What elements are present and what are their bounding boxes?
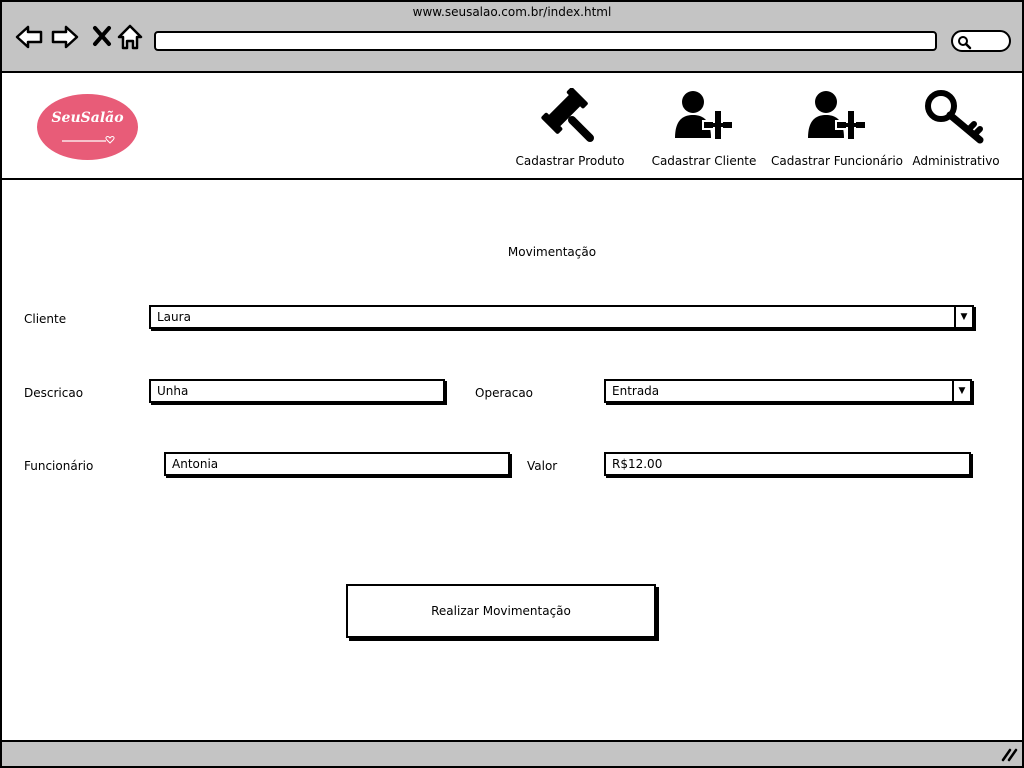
operacao-value: Entrada — [612, 384, 660, 398]
cliente-value: Laura — [157, 310, 191, 324]
nav-label: Cadastrar Cliente — [651, 154, 757, 168]
nav-cadastrar-cliente[interactable]: Cadastrar Cliente — [646, 88, 762, 172]
browser-status-bar — [0, 740, 1024, 768]
nav-label: Administrativo — [912, 154, 1000, 168]
nav-label: Cadastrar Funcionário — [771, 154, 903, 168]
descricao-input[interactable]: Unha — [149, 379, 445, 403]
cliente-select[interactable]: Laura ▼ — [149, 305, 974, 329]
nav-label: Cadastrar Produto — [515, 154, 625, 168]
back-arrow-icon[interactable] — [14, 22, 44, 52]
valor-label: Valor — [527, 459, 558, 473]
nav-administrativo[interactable]: Administrativo — [910, 88, 1002, 172]
resize-grip-icon[interactable] — [1000, 746, 1018, 762]
funcionario-input[interactable]: Antonia — [164, 452, 510, 476]
address-bar-input[interactable] — [154, 31, 937, 51]
logo-swoosh-icon — [62, 136, 115, 144]
valor-input[interactable]: R$12.00 — [604, 452, 971, 476]
user-add-icon — [675, 91, 734, 141]
chevron-down-icon[interactable]: ▼ — [952, 381, 970, 401]
home-icon[interactable] — [116, 22, 146, 52]
cliente-label: Cliente — [24, 312, 67, 326]
chevron-down-icon[interactable]: ▼ — [954, 307, 972, 327]
browser-url-title: www.seusalao.com.br/index.html — [412, 5, 612, 19]
browser-search-field[interactable] — [951, 30, 1011, 52]
operacao-label: Operacao — [475, 386, 534, 400]
operacao-select[interactable]: Entrada ▼ — [604, 379, 972, 403]
page-title: Movimentação — [507, 245, 597, 259]
descricao-label: Descricao — [24, 386, 84, 400]
realizar-movimentacao-button[interactable]: Realizar Movimentação — [346, 584, 656, 638]
funcionario-label: Funcionário — [24, 459, 94, 473]
logo-text: SeuSalão — [51, 110, 124, 126]
nav-cadastrar-produto[interactable]: Cadastrar Produto — [510, 88, 630, 172]
gavel-icon — [541, 88, 594, 142]
search-icon — [958, 36, 972, 50]
close-x-icon[interactable] — [89, 22, 119, 52]
nav-cadastrar-funcionario[interactable]: Cadastrar Funcionário — [768, 88, 906, 172]
logo[interactable] — [37, 94, 138, 160]
forward-arrow-icon[interactable] — [50, 22, 80, 52]
user-add-icon — [808, 91, 867, 141]
key-icon — [925, 90, 984, 144]
